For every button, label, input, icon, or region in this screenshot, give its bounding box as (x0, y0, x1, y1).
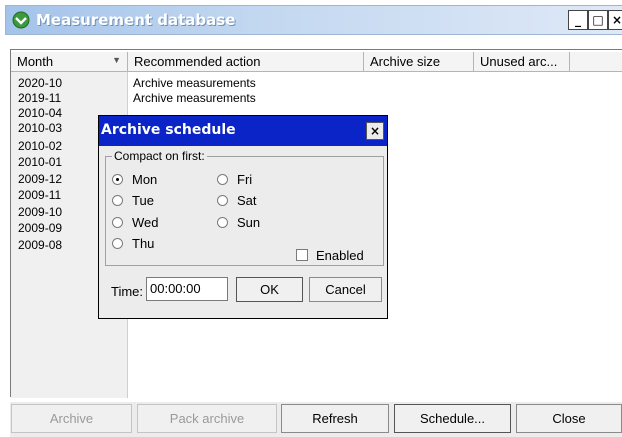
radio-fri[interactable]: Fri (217, 171, 252, 187)
group-label: Compact on first: (112, 149, 207, 163)
radio-label: Thu (132, 235, 155, 251)
cell-month: 2009-10 (18, 205, 63, 219)
app-icon (12, 11, 30, 29)
schedule-button[interactable]: Schedule... (394, 404, 511, 433)
cell-action: Archive measurements (133, 76, 256, 90)
radio-sat[interactable]: Sat (217, 192, 257, 208)
cell-month: 2009-09 (18, 221, 63, 235)
table-row[interactable]: 2019-11 Archive measurements (11, 91, 622, 105)
column-header-action[interactable]: Recommended action (128, 52, 364, 72)
cell-month: 2009-12 (18, 172, 63, 186)
maximize-button[interactable]: □ (588, 10, 608, 30)
radio-label: Fri (237, 171, 253, 187)
radio-thu[interactable]: Thu (112, 235, 154, 251)
checkbox-unchecked-icon (296, 249, 308, 261)
dialog-titlebar[interactable]: Archive schedule × (99, 116, 387, 146)
window-titlebar[interactable]: Measurement database _ □ × (5, 5, 622, 35)
dialog-close-button[interactable]: × (366, 122, 384, 140)
cell-month: 2009-08 (18, 238, 63, 252)
table-row[interactable]: 2020-10 Archive measurements (11, 76, 622, 90)
radio-tue[interactable]: Tue (112, 192, 154, 208)
radio-label: Wed (132, 214, 159, 230)
column-header-unused-archive[interactable]: Unused arc... (474, 52, 570, 72)
ok-button[interactable]: OK (236, 277, 303, 302)
radio-unchecked-icon (112, 237, 123, 249)
radio-label: Tue (132, 192, 154, 208)
radio-wed[interactable]: Wed (112, 214, 159, 230)
archive-button[interactable]: Archive (11, 404, 132, 433)
radio-label: Sun (237, 214, 261, 230)
cell-month: 2010-01 (18, 155, 63, 169)
radio-sun[interactable]: Sun (217, 214, 260, 230)
cell-month: 2010-04 (18, 106, 63, 120)
window-title: Measurement database (36, 11, 236, 29)
column-header-month[interactable]: Month ▼ (11, 52, 128, 72)
enabled-checkbox[interactable]: Enabled (296, 247, 364, 263)
cell-month: 2010-03 (18, 121, 63, 135)
window-close-button[interactable]: × (608, 10, 622, 30)
radio-mon[interactable]: Mon (112, 171, 157, 187)
button-bar: Archive Pack archive Refresh Schedule...… (10, 402, 622, 437)
column-headers: Month ▼ Recommended action Archive size … (11, 52, 622, 72)
cell-month: 2009-11 (18, 188, 62, 202)
close-button[interactable]: Close (516, 404, 622, 433)
radio-unchecked-icon (217, 194, 228, 206)
cell-month: 2019-11 (18, 91, 62, 105)
radio-checked-icon (112, 173, 123, 185)
cell-month: 2010-02 (18, 139, 63, 153)
minimize-button[interactable]: _ (568, 10, 588, 30)
radio-unchecked-icon (217, 173, 228, 185)
refresh-button[interactable]: Refresh (281, 404, 389, 433)
cell-action: Archive measurements (133, 91, 256, 105)
sort-down-icon: ▼ (112, 55, 121, 65)
dialog-title: Archive schedule (101, 122, 236, 138)
enabled-label: Enabled (316, 247, 364, 263)
archive-schedule-dialog: Archive schedule × Compact on first: Mon… (98, 115, 388, 319)
radio-unchecked-icon (112, 216, 123, 228)
pack-archive-button[interactable]: Pack archive (137, 404, 277, 433)
cancel-button[interactable]: Cancel (309, 277, 382, 302)
radio-unchecked-icon (112, 194, 123, 206)
cell-month: 2020-10 (18, 76, 63, 90)
time-input[interactable]: 00:00:00 (146, 277, 228, 301)
radio-unchecked-icon (217, 216, 228, 228)
time-label: Time: (111, 284, 144, 299)
radio-label: Sat (237, 192, 257, 208)
column-header-label: Month (17, 54, 54, 69)
column-header-filler (570, 52, 622, 72)
radio-label: Mon (132, 171, 158, 187)
column-header-archive-size[interactable]: Archive size (364, 52, 474, 72)
